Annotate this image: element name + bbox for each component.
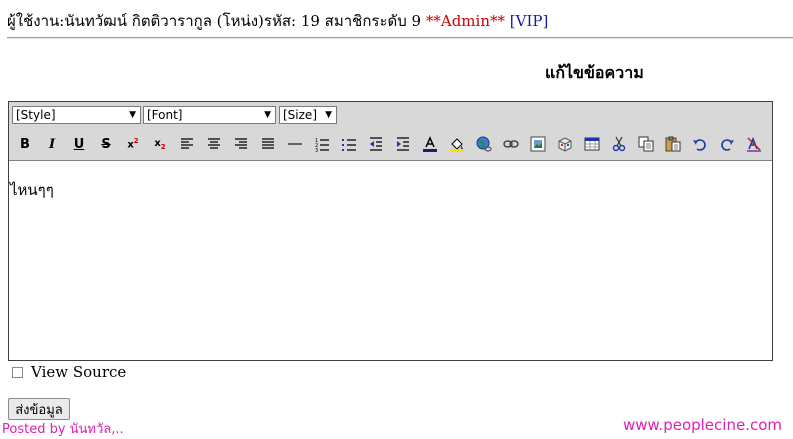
align-left-icon xyxy=(181,138,193,149)
chevron-down-icon: ▼ xyxy=(264,110,271,120)
view-source-toggle[interactable]: View Source xyxy=(12,363,126,381)
italic-button[interactable]: I xyxy=(41,133,63,155)
outdent-button[interactable] xyxy=(365,133,387,155)
align-center-icon xyxy=(208,138,220,149)
undo-button[interactable] xyxy=(689,133,711,155)
paste-icon xyxy=(665,136,681,152)
paste-button[interactable] xyxy=(662,133,684,155)
superscript-icon: x2 xyxy=(127,137,139,151)
font-select-value: [Font] xyxy=(147,108,183,122)
redo-button[interactable] xyxy=(716,133,738,155)
insert-table-button[interactable] xyxy=(581,133,603,155)
insert-image-button[interactable] xyxy=(527,133,549,155)
horizontal-rule-button[interactable] xyxy=(284,133,306,155)
vip-badge: [VIP] xyxy=(509,12,549,30)
horizontal-rule-icon xyxy=(288,143,302,145)
scissors-icon xyxy=(612,136,626,152)
strikethrough-button[interactable]: S xyxy=(95,133,117,155)
user-info-line: ผู้ใช้งาน:นันทวัฒน์ กิตติวารากูล (โหน่ง)… xyxy=(7,9,548,33)
page-title: แก้ไขข้อความ xyxy=(545,63,644,82)
italic-icon: I xyxy=(48,136,56,152)
align-right-button[interactable] xyxy=(230,133,252,155)
posted-by-watermark: Posted by นันทวัล,.. xyxy=(2,422,124,437)
size-select-value: [Size] xyxy=(283,108,317,122)
copy-button[interactable] xyxy=(635,133,657,155)
align-left-button[interactable] xyxy=(176,133,198,155)
text-color-icon xyxy=(423,136,437,152)
view-source-label: View Source xyxy=(31,363,127,381)
justify-button[interactable] xyxy=(257,133,279,155)
subscript-button[interactable]: x2 xyxy=(149,133,171,155)
bold-icon: B xyxy=(20,136,30,152)
cut-button[interactable] xyxy=(608,133,630,155)
remove-format-icon xyxy=(747,136,761,152)
copy-icon xyxy=(638,136,654,152)
editor-content[interactable]: ไหนๆๆ xyxy=(10,178,54,202)
user-info-text: ผู้ใช้งาน:นันทวัฒน์ กิตติวารากูล (โหน่ง)… xyxy=(7,12,426,30)
underline-button[interactable]: U xyxy=(68,133,90,155)
highlight-button[interactable] xyxy=(446,133,468,155)
bold-button[interactable]: B xyxy=(14,133,36,155)
ordered-list-icon: 123 xyxy=(315,138,329,152)
redo-icon xyxy=(721,139,734,151)
indent-icon xyxy=(397,137,409,151)
style-select[interactable]: [Style] ▼ xyxy=(12,106,141,124)
insert-link-button[interactable] xyxy=(500,133,522,155)
unordered-list-button[interactable] xyxy=(338,133,360,155)
outdent-icon xyxy=(370,137,382,151)
underline-icon: U xyxy=(73,136,85,152)
link-icon xyxy=(503,140,519,148)
style-select-value: [Style] xyxy=(16,108,56,122)
admin-badge: **Admin** xyxy=(425,12,505,30)
rich-text-editor: [Style] ▼ [Font] ▼ [Size] ▼ B I U S x2 x2 xyxy=(8,101,773,361)
submit-button[interactable]: ส่งข้อมูล xyxy=(8,398,70,420)
editor-toolbar: [Style] ▼ [Font] ▼ [Size] ▼ B I U S x2 x2 xyxy=(9,102,772,161)
image-icon xyxy=(530,136,546,152)
insert-web-link-button[interactable] xyxy=(473,133,495,155)
subscript-icon: x2 xyxy=(154,137,166,151)
size-select[interactable]: [Size] ▼ xyxy=(279,106,337,124)
svg-text:3: 3 xyxy=(315,148,318,152)
font-select[interactable]: [Font] ▼ xyxy=(143,106,276,124)
view-source-checkbox[interactable] xyxy=(12,366,23,378)
divider xyxy=(7,37,793,39)
strikethrough-icon: S xyxy=(101,136,111,152)
align-center-button[interactable] xyxy=(203,133,225,155)
remove-format-button[interactable] xyxy=(743,133,765,155)
globe-icon xyxy=(476,136,492,152)
highlight-icon xyxy=(450,138,464,152)
insert-object-button[interactable] xyxy=(554,133,576,155)
cube-icon xyxy=(558,137,572,152)
justify-icon xyxy=(262,138,274,149)
undo-icon xyxy=(693,139,706,151)
unordered-list-icon xyxy=(342,139,356,151)
superscript-button[interactable]: x2 xyxy=(122,133,144,155)
chevron-down-icon: ▼ xyxy=(129,110,136,120)
site-watermark: www.peoplecine.com xyxy=(623,416,782,434)
align-right-icon xyxy=(235,138,247,149)
ordered-list-button[interactable]: 123 xyxy=(311,133,333,155)
text-color-button[interactable] xyxy=(419,133,441,155)
chevron-down-icon: ▼ xyxy=(325,110,332,120)
indent-button[interactable] xyxy=(392,133,414,155)
table-icon xyxy=(584,137,600,151)
